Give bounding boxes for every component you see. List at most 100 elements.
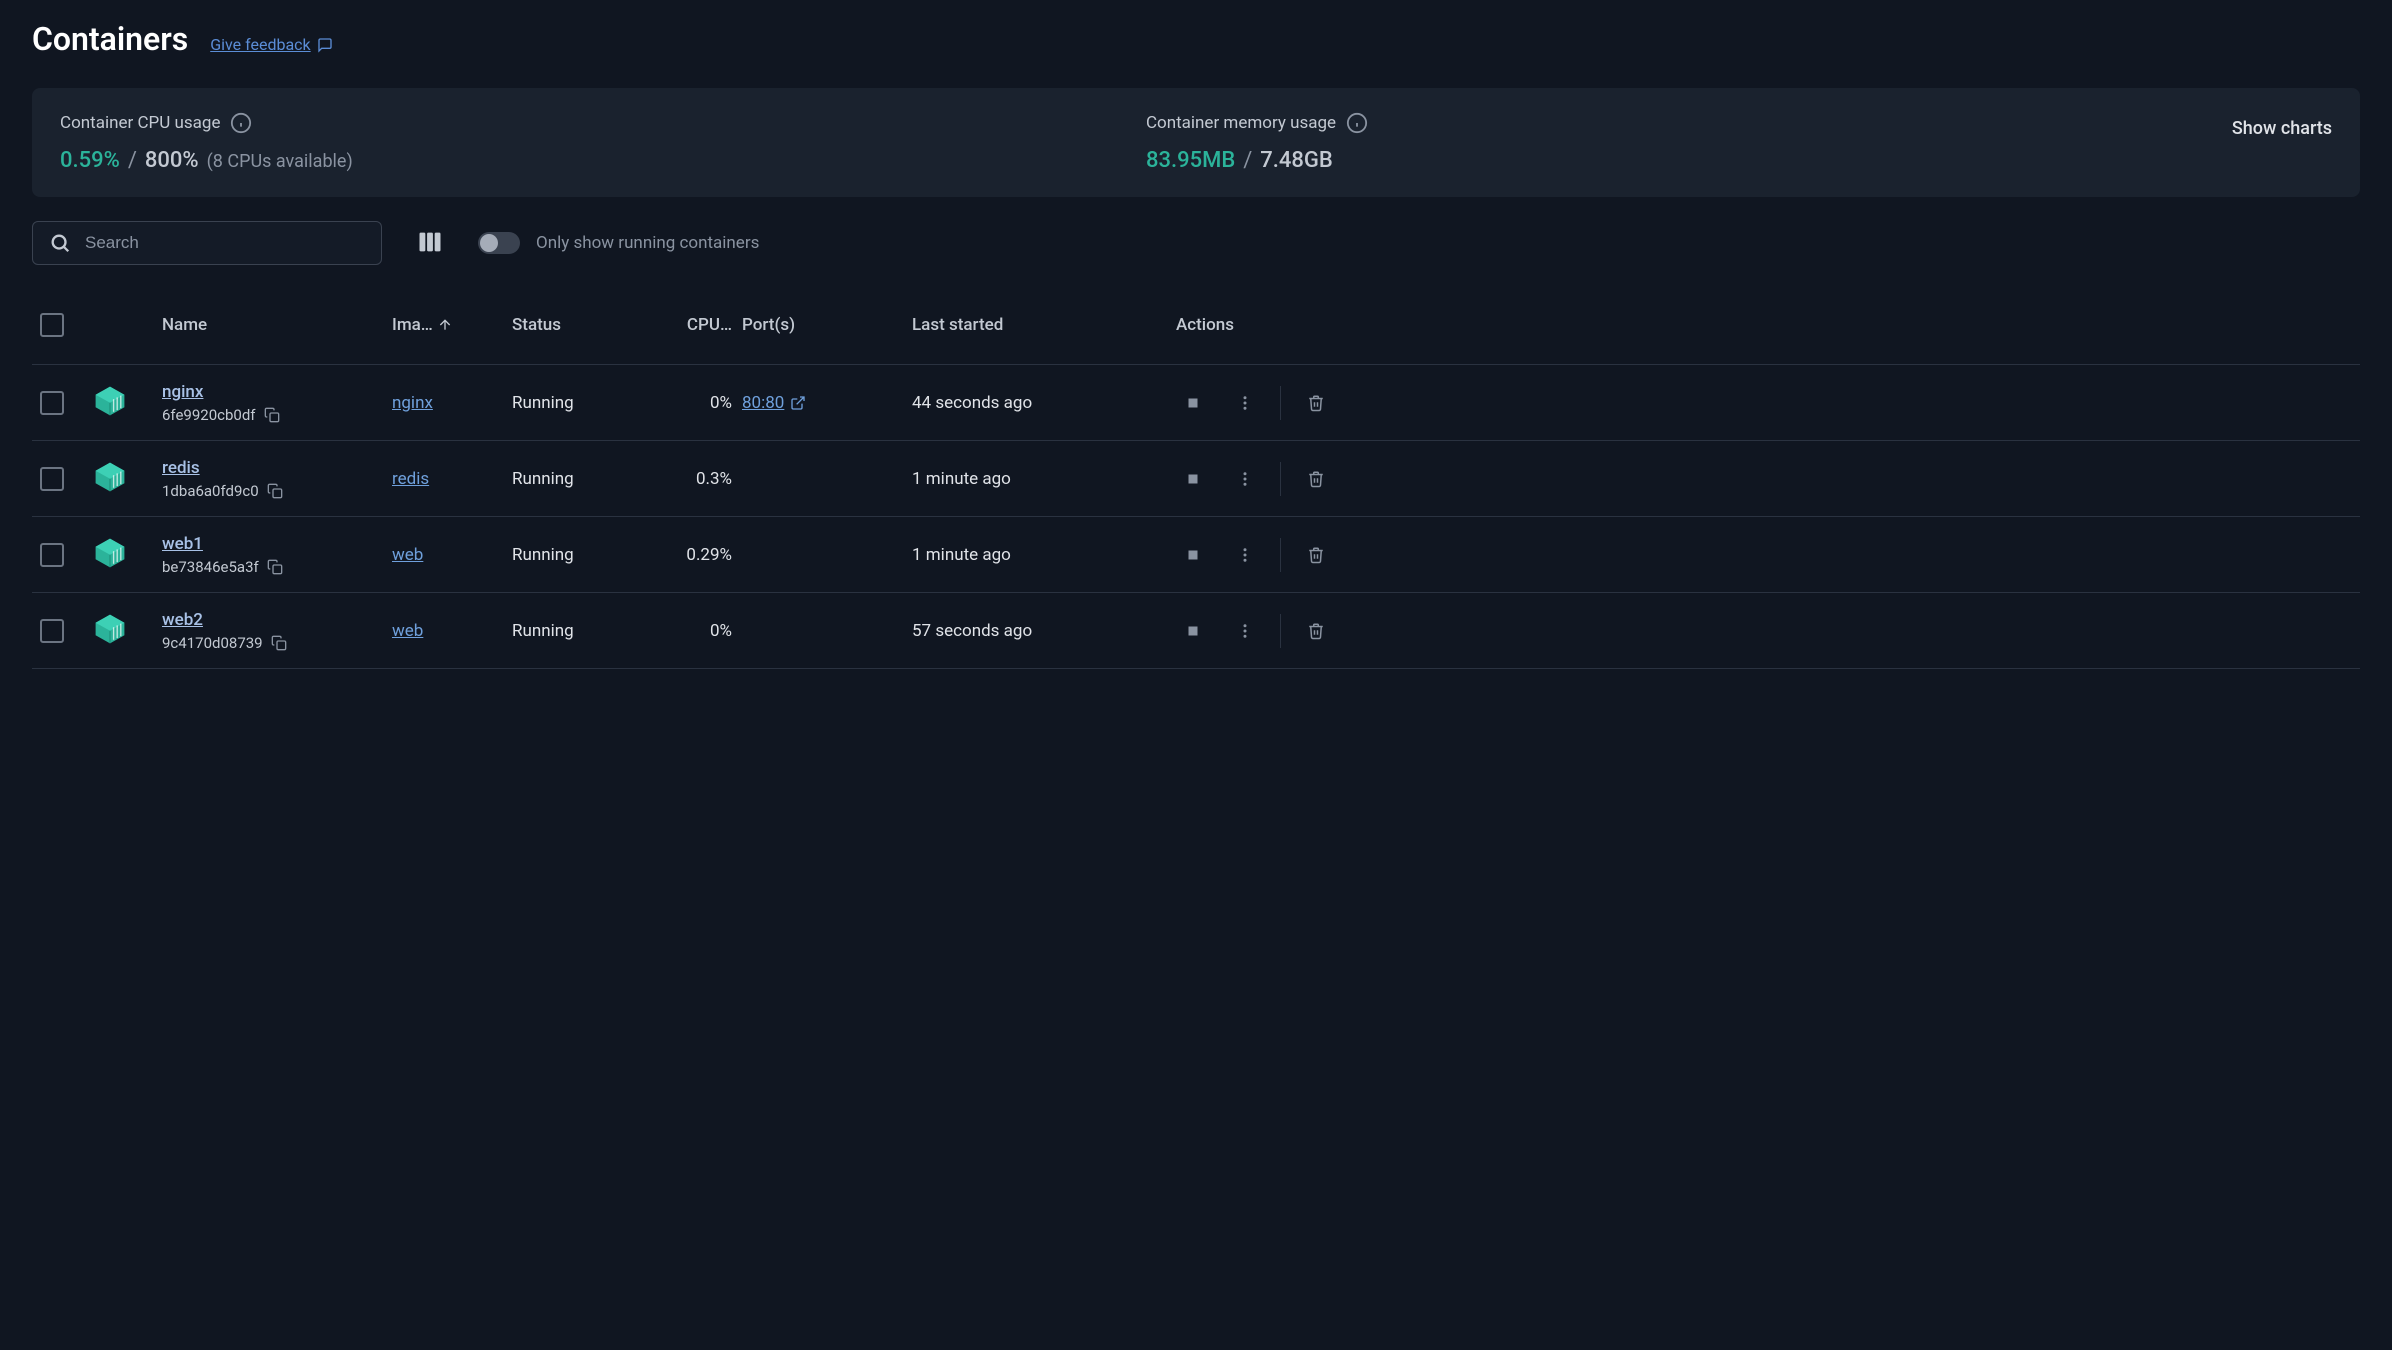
- container-icon: [92, 383, 128, 419]
- memory-usage-block: Container memory usage 83.95MB / 7.48GB: [1146, 112, 2232, 173]
- status-text: Running: [512, 393, 574, 413]
- memory-usage-label: Container memory usage: [1146, 113, 1336, 133]
- cpu-text: 0.29%: [642, 545, 742, 565]
- port-link[interactable]: 80:80: [742, 393, 806, 413]
- cpu-usage-block: Container CPU usage 0.59% / 800% (8 CPUs…: [60, 112, 1146, 173]
- feedback-link-label: Give feedback: [210, 35, 310, 54]
- row-checkbox[interactable]: [40, 619, 64, 643]
- info-icon[interactable]: [1346, 112, 1368, 134]
- column-header-image-label: Ima…: [392, 315, 433, 335]
- external-link-icon: [790, 395, 806, 411]
- delete-button[interactable]: [1299, 386, 1333, 420]
- stop-button[interactable]: [1176, 386, 1210, 420]
- search-input[interactable]: [85, 233, 365, 253]
- stop-icon: [1184, 622, 1202, 640]
- column-header-cpu[interactable]: CPU…: [642, 315, 742, 335]
- more-actions-button[interactable]: [1228, 462, 1262, 496]
- stop-button[interactable]: [1176, 462, 1210, 496]
- stop-button[interactable]: [1176, 538, 1210, 572]
- running-filter-toggle[interactable]: [478, 232, 520, 254]
- show-charts-button[interactable]: Show charts: [2232, 112, 2332, 139]
- image-link[interactable]: web: [392, 621, 423, 641]
- container-name-link[interactable]: web2: [162, 610, 392, 630]
- cpu-extra-text: (8 CPUs available): [207, 151, 353, 172]
- status-text: Running: [512, 545, 574, 565]
- column-header-last[interactable]: Last started: [912, 315, 1162, 335]
- columns-button[interactable]: [410, 222, 450, 265]
- info-icon[interactable]: [230, 112, 252, 134]
- image-link[interactable]: nginx: [392, 393, 433, 413]
- kebab-menu-icon: [1236, 622, 1254, 640]
- kebab-menu-icon: [1236, 470, 1254, 488]
- cpu-text: 0.3%: [642, 469, 742, 489]
- row-checkbox[interactable]: [40, 543, 64, 567]
- cpu-separator: /: [128, 148, 137, 173]
- last-started-text: 57 seconds ago: [912, 621, 1032, 641]
- last-started-text: 44 seconds ago: [912, 393, 1032, 413]
- select-all-checkbox[interactable]: [40, 313, 64, 337]
- sort-ascending-icon: [437, 317, 453, 333]
- page-header: Containers Give feedback: [32, 20, 2360, 58]
- stop-button[interactable]: [1176, 614, 1210, 648]
- delete-button[interactable]: [1299, 538, 1333, 572]
- stop-icon: [1184, 394, 1202, 412]
- trash-icon: [1307, 622, 1325, 640]
- memory-separator: /: [1243, 148, 1252, 173]
- port-text: 80:80: [742, 393, 784, 413]
- copy-icon[interactable]: [264, 407, 280, 423]
- running-filter-label: Only show running containers: [536, 233, 759, 253]
- kebab-menu-icon: [1236, 394, 1254, 412]
- actions-divider: [1280, 386, 1281, 420]
- container-id: be73846e5a3f: [162, 558, 259, 576]
- image-link[interactable]: redis: [392, 469, 429, 489]
- containers-table: Name Ima… Status CPU… Port(s) Last start…: [32, 285, 2360, 669]
- feedback-icon: [317, 37, 333, 53]
- cpu-usage-label: Container CPU usage: [60, 113, 220, 133]
- stop-icon: [1184, 470, 1202, 488]
- cpu-total-value: 800%: [145, 148, 199, 173]
- cpu-text: 0%: [642, 393, 742, 413]
- row-checkbox[interactable]: [40, 467, 64, 491]
- more-actions-button[interactable]: [1228, 614, 1262, 648]
- search-input-wrap[interactable]: [32, 221, 382, 265]
- more-actions-button[interactable]: [1228, 386, 1262, 420]
- trash-icon: [1307, 470, 1325, 488]
- container-icon: [92, 459, 128, 495]
- container-icon: [92, 535, 128, 571]
- column-header-status[interactable]: Status: [512, 315, 642, 335]
- container-id: 9c4170d08739: [162, 634, 263, 652]
- column-header-image[interactable]: Ima…: [392, 315, 512, 335]
- stats-panel: Container CPU usage 0.59% / 800% (8 CPUs…: [32, 88, 2360, 197]
- give-feedback-link[interactable]: Give feedback: [210, 35, 332, 54]
- container-icon: [92, 611, 128, 647]
- kebab-menu-icon: [1236, 546, 1254, 564]
- container-name-link[interactable]: web1: [162, 534, 392, 554]
- table-row: nginx 6fe9920cb0df nginx Running 0% 80:8…: [32, 365, 2360, 441]
- table-row: web1 be73846e5a3f web Running 0.29% 1 mi…: [32, 517, 2360, 593]
- container-id: 6fe9920cb0df: [162, 406, 256, 424]
- memory-total-value: 7.48GB: [1260, 148, 1333, 173]
- trash-icon: [1307, 546, 1325, 564]
- actions-divider: [1280, 462, 1281, 496]
- container-id: 1dba6a0fd9c0: [162, 482, 259, 500]
- status-text: Running: [512, 621, 574, 641]
- container-name-link[interactable]: nginx: [162, 382, 392, 402]
- cpu-used-value: 0.59%: [60, 148, 120, 173]
- actions-divider: [1280, 614, 1281, 648]
- delete-button[interactable]: [1299, 614, 1333, 648]
- copy-icon[interactable]: [267, 483, 283, 499]
- table-row: web2 9c4170d08739 web Running 0% 57 seco…: [32, 593, 2360, 669]
- copy-icon[interactable]: [267, 559, 283, 575]
- column-header-actions: Actions: [1162, 315, 2360, 335]
- copy-icon[interactable]: [271, 635, 287, 651]
- column-header-name[interactable]: Name: [162, 315, 392, 335]
- row-checkbox[interactable]: [40, 391, 64, 415]
- column-header-ports[interactable]: Port(s): [742, 315, 912, 335]
- page-title: Containers: [32, 20, 188, 58]
- delete-button[interactable]: [1299, 462, 1333, 496]
- image-link[interactable]: web: [392, 545, 423, 565]
- more-actions-button[interactable]: [1228, 538, 1262, 572]
- actions-divider: [1280, 538, 1281, 572]
- container-name-link[interactable]: redis: [162, 458, 392, 478]
- trash-icon: [1307, 394, 1325, 412]
